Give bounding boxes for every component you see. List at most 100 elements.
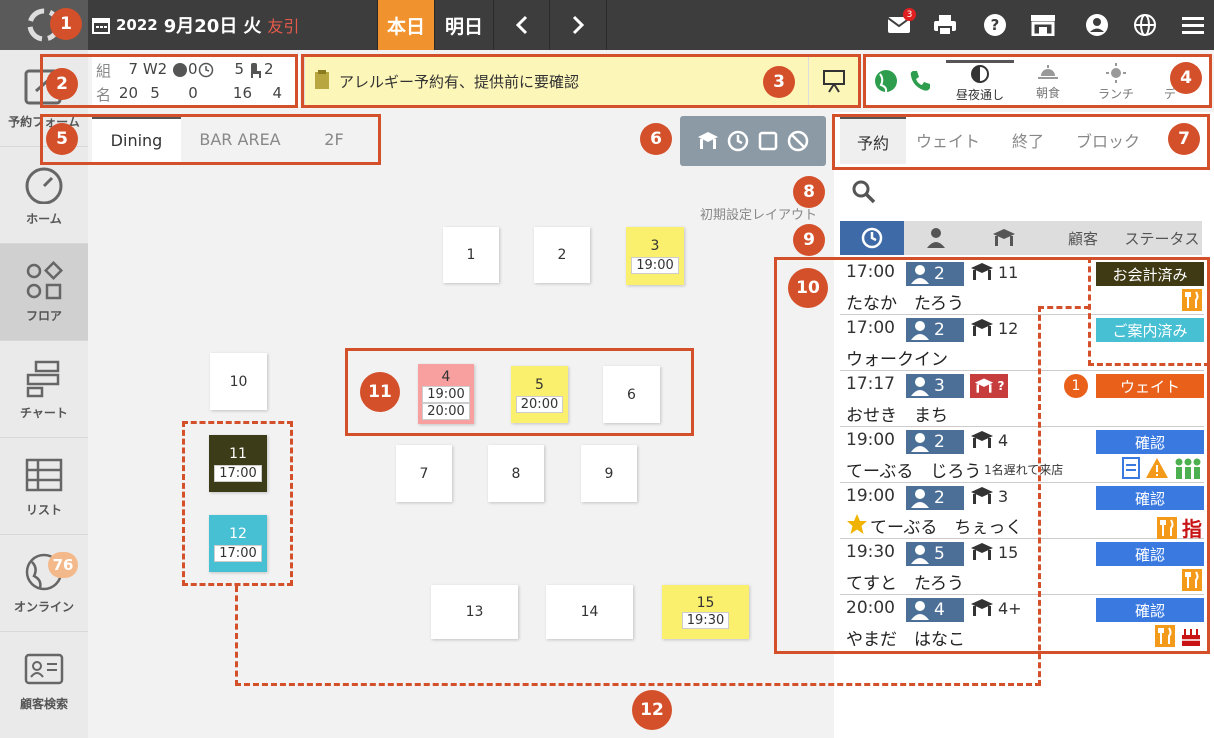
sidebar-item-label: オンライン xyxy=(13,599,74,614)
callout-2: 2 xyxy=(46,68,78,100)
chevron-left-icon xyxy=(515,15,527,35)
sort-by-status[interactable]: ステータス xyxy=(1122,221,1202,255)
sort-by-time[interactable] xyxy=(840,221,904,255)
callout-6: 6 xyxy=(640,123,672,155)
sidebar-item-label: 顧客検索 xyxy=(19,697,68,711)
svg-text:?: ? xyxy=(991,16,1000,34)
menu-icon xyxy=(1182,17,1204,34)
table-number: 15 xyxy=(696,595,715,611)
sidebar-item-list[interactable]: リスト xyxy=(0,438,88,535)
table-list-icon xyxy=(25,458,63,491)
year: 2022 xyxy=(116,16,158,34)
print-icon xyxy=(934,15,956,36)
table-10[interactable]: 10 xyxy=(210,353,267,410)
dashed-highlight-status xyxy=(1088,257,1210,366)
table-number: 13 xyxy=(465,604,484,620)
callout-9: 9 xyxy=(793,224,825,256)
callout-1: 1 xyxy=(50,8,82,40)
table-number: 3 xyxy=(650,238,660,254)
table-15[interactable]: 15 19:30 xyxy=(662,585,749,639)
online-count-badge: 76 xyxy=(48,552,78,578)
table-9[interactable]: 9 xyxy=(581,445,637,502)
layout-name[interactable]: 初期設定レイアウト xyxy=(700,204,817,223)
callout-12: 12 xyxy=(632,690,672,730)
person-icon xyxy=(927,228,945,248)
dashed-highlight-seated xyxy=(182,421,293,586)
callout-10: 10 xyxy=(788,268,828,308)
floor-filter-group xyxy=(680,116,826,166)
sidebar-item-chart[interactable]: チャート xyxy=(0,341,88,438)
sidebar-item-label: フロア xyxy=(25,308,62,323)
menu-button[interactable] xyxy=(1180,12,1206,38)
table-number: 7 xyxy=(419,465,429,482)
notification-badge: 3 xyxy=(903,8,916,21)
rokuyo: 友引 xyxy=(267,17,300,36)
help-icon: ? xyxy=(984,14,1006,36)
table-icon[interactable] xyxy=(697,130,719,152)
sort-bar: 顧客 ステータス xyxy=(840,221,1202,255)
highlight-counts xyxy=(40,54,298,108)
gantt-chart-icon xyxy=(26,360,60,397)
chevron-right-icon xyxy=(572,15,585,35)
speedometer-icon xyxy=(25,167,63,204)
sidebar-item-customer-search[interactable]: 顧客検索 xyxy=(0,632,88,729)
dashed-connector xyxy=(1038,306,1090,309)
table-number: 10 xyxy=(229,373,248,390)
store-button[interactable] xyxy=(1030,12,1056,38)
sidebar-item-online[interactable]: オンライン xyxy=(0,535,88,632)
dashed-connector xyxy=(235,683,1041,686)
help-button[interactable]: ? xyxy=(982,12,1008,38)
callout-5: 5 xyxy=(46,123,78,155)
dashed-connector xyxy=(1038,306,1041,686)
prev-day-button[interactable] xyxy=(493,0,549,50)
clock-icon xyxy=(861,227,883,249)
table-2[interactable]: 2 xyxy=(534,227,590,283)
table-time: 19:30 xyxy=(681,612,730,629)
language-button[interactable] xyxy=(1132,12,1158,38)
highlight-reservation-tabs xyxy=(832,114,1210,170)
sidebar-item-label: リスト xyxy=(25,502,62,517)
table-number: 14 xyxy=(580,604,599,620)
account-icon xyxy=(1086,14,1108,36)
table-3[interactable]: 3 19:00 xyxy=(626,227,684,285)
date-text: 9月20日 xyxy=(163,16,238,37)
square-icon[interactable] xyxy=(757,130,779,152)
store-icon xyxy=(1031,15,1055,36)
sidebar-item-label: チャート xyxy=(20,405,68,420)
sort-by-party[interactable] xyxy=(904,221,968,255)
sidebar-item-label: ホーム xyxy=(26,211,62,226)
globe-icon xyxy=(1134,14,1156,36)
reservation-search[interactable] xyxy=(840,170,1210,214)
block-icon[interactable] xyxy=(787,130,809,152)
dashed-connector xyxy=(235,586,238,686)
search-icon xyxy=(852,180,876,204)
id-card-icon xyxy=(24,653,64,685)
table-13[interactable]: 13 xyxy=(431,585,518,639)
calendar-icon xyxy=(92,18,110,34)
print-button[interactable] xyxy=(932,12,958,38)
sort-by-table[interactable] xyxy=(968,221,1040,255)
sort-by-customer[interactable]: 顧客 xyxy=(1050,221,1116,255)
sidebar-item-floor[interactable]: フロア xyxy=(0,244,88,341)
table-8[interactable]: 8 xyxy=(488,445,544,502)
highlight-area-tabs xyxy=(40,114,381,165)
date-display[interactable]: 2022 9月20日 火 友引 xyxy=(92,0,299,50)
floor-shapes-icon xyxy=(26,260,64,299)
table-number: 8 xyxy=(511,465,521,482)
highlight-toggles xyxy=(863,54,1212,108)
next-day-button[interactable] xyxy=(549,0,607,50)
callout-3: 3 xyxy=(763,66,795,98)
account-button[interactable] xyxy=(1084,12,1110,38)
callout-11: 11 xyxy=(360,372,400,412)
table-icon xyxy=(993,229,1015,246)
tomorrow-button[interactable]: 明日 xyxy=(434,0,493,50)
table-number: 1 xyxy=(466,247,476,263)
callout-8: 8 xyxy=(793,176,825,208)
weekday: 火 xyxy=(243,16,262,37)
table-1[interactable]: 1 xyxy=(443,227,499,283)
table-14[interactable]: 14 xyxy=(546,585,633,639)
table-number: 9 xyxy=(604,465,614,482)
today-button[interactable]: 本日 xyxy=(377,0,434,50)
clock-icon[interactable] xyxy=(727,130,749,152)
table-7[interactable]: 7 xyxy=(396,445,452,502)
